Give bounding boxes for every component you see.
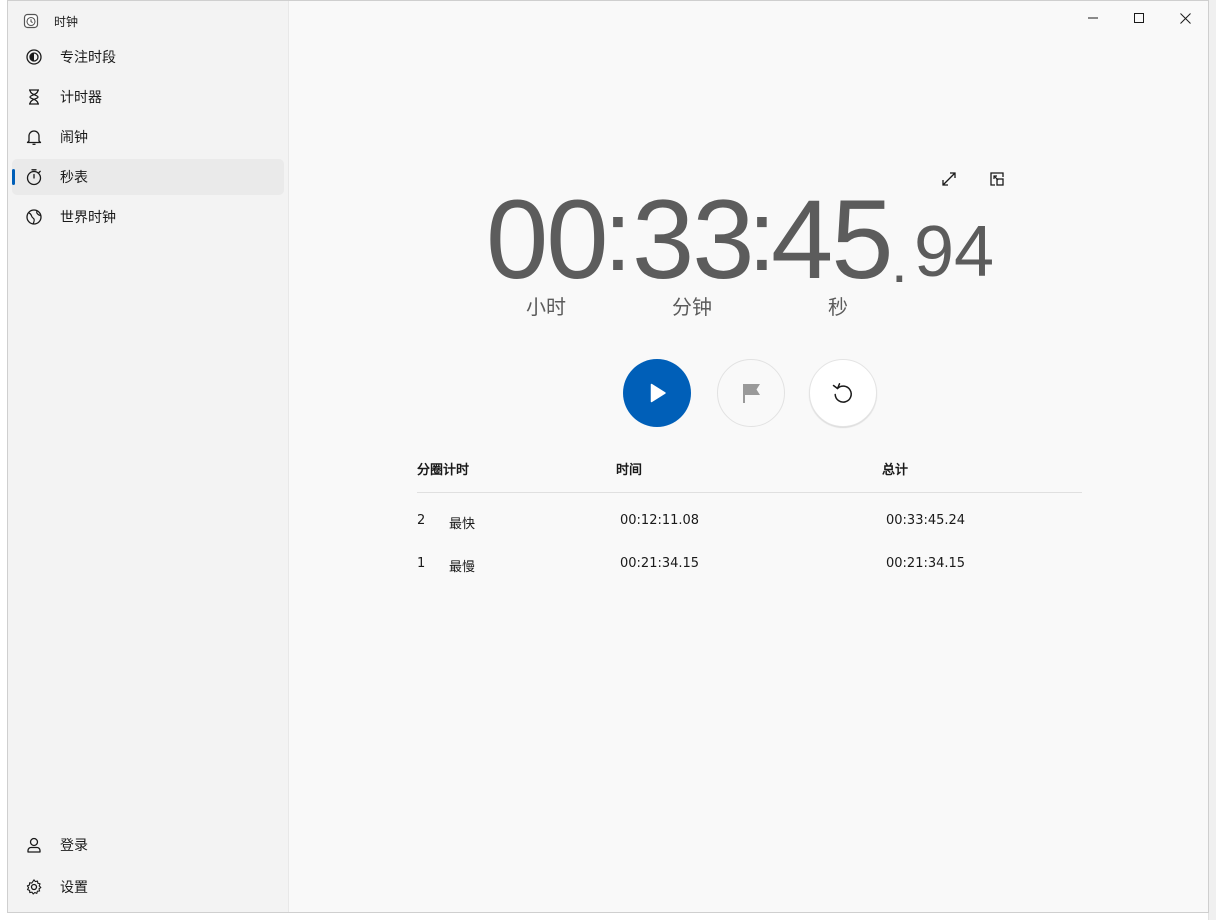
table-row: 2 最快 00:12:11.08 00:33:45.24 [417, 493, 1082, 536]
laps-table-header: 分圈计时 时间 总计 [417, 457, 1082, 493]
lap-column-header: 分圈计时 [417, 463, 470, 478]
focus-icon [24, 47, 44, 67]
app-title-bar: 时钟 [22, 11, 78, 31]
gear-icon [24, 877, 44, 897]
sidebar-item-timer[interactable]: 计时器 [12, 79, 284, 115]
sidebar-item-label: 秒表 [60, 170, 88, 186]
clock-app-icon [22, 12, 40, 30]
laps-table: 分圈计时 时间 总计 2 最快 00:12:11.08 00:33:45.24 … [417, 457, 1082, 579]
hours-unit-label: 小时 [526, 295, 566, 319]
desktop-background-edge [1208, 0, 1216, 920]
minutes-unit-label: 分钟 [672, 295, 712, 319]
sidebar-item-label: 世界时钟 [60, 210, 116, 226]
sidebar-item-sign-in[interactable]: 登录 [12, 827, 284, 863]
sidebar-item-label: 闹钟 [60, 130, 88, 146]
stopwatch-display: 00 : 33 : 45 . 94 [486, 177, 1026, 302]
seconds-value: 45 [771, 177, 894, 302]
sidebar-bottom-nav: 登录 设置 [12, 827, 284, 911]
sidebar-item-label: 登录 [60, 838, 88, 854]
sidebar-item-label: 设置 [60, 880, 88, 896]
lap-time: 00:21:34.15 [620, 556, 700, 571]
sidebar-item-settings[interactable]: 设置 [12, 869, 284, 905]
reset-button[interactable] [809, 359, 877, 427]
time-separator: : [604, 180, 632, 292]
start-button[interactable] [623, 359, 691, 427]
lap-number: 1 [417, 556, 426, 571]
time-column-header: 时间 [616, 463, 643, 478]
table-row: 1 最慢 00:21:34.15 00:21:34.15 [417, 536, 1082, 579]
sidebar-item-world-clock[interactable]: 世界时钟 [12, 199, 284, 235]
sidebar-item-label: 专注时段 [60, 50, 116, 66]
sidebar-item-stopwatch[interactable]: 秒表 [12, 159, 284, 195]
minutes-value: 33 [632, 177, 755, 302]
lap-total: 00:21:34.15 [886, 556, 966, 571]
lap-tag: 最快 [449, 517, 476, 532]
stopwatch-page: 00 : 33 : 45 . 94 小时 分钟 秒 分圈计时 时间 总计 2 最… [290, 1, 1208, 912]
seconds-unit-label: 秒 [828, 295, 848, 319]
lap-number: 2 [417, 513, 426, 528]
clock-app-window: 时钟 专注时段 计时器 闹钟 秒表 世界时钟 登录 设置 00: 33: 4… [7, 0, 1209, 913]
lap-total: 00:33:45.24 [886, 513, 966, 528]
app-title: 时钟 [54, 14, 79, 29]
sidebar-item-alarm[interactable]: 闹钟 [12, 119, 284, 155]
play-icon [650, 383, 666, 403]
user-icon [24, 835, 44, 855]
lap-time: 00:12:11.08 [620, 513, 700, 528]
hours-value: 00 [486, 177, 609, 302]
hundredths-value: 94 [914, 212, 995, 292]
bell-icon [24, 127, 44, 147]
stopwatch-icon [24, 167, 44, 187]
total-column-header: 总计 [882, 463, 909, 478]
sidebar-item-label: 计时器 [60, 90, 102, 106]
sidebar-nav: 专注时段 计时器 闹钟 秒表 世界时钟 [12, 39, 284, 239]
sidebar: 时钟 专注时段 计时器 闹钟 秒表 世界时钟 登录 设置 [8, 1, 289, 912]
flag-icon [743, 384, 760, 403]
sidebar-item-focus-sessions[interactable]: 专注时段 [12, 39, 284, 75]
lap-tag: 最慢 [449, 560, 476, 575]
hourglass-icon [24, 87, 44, 107]
decimal-point: . [891, 228, 908, 295]
reset-icon [832, 383, 852, 403]
globe-icon [24, 207, 44, 227]
lap-button[interactable] [717, 359, 785, 427]
